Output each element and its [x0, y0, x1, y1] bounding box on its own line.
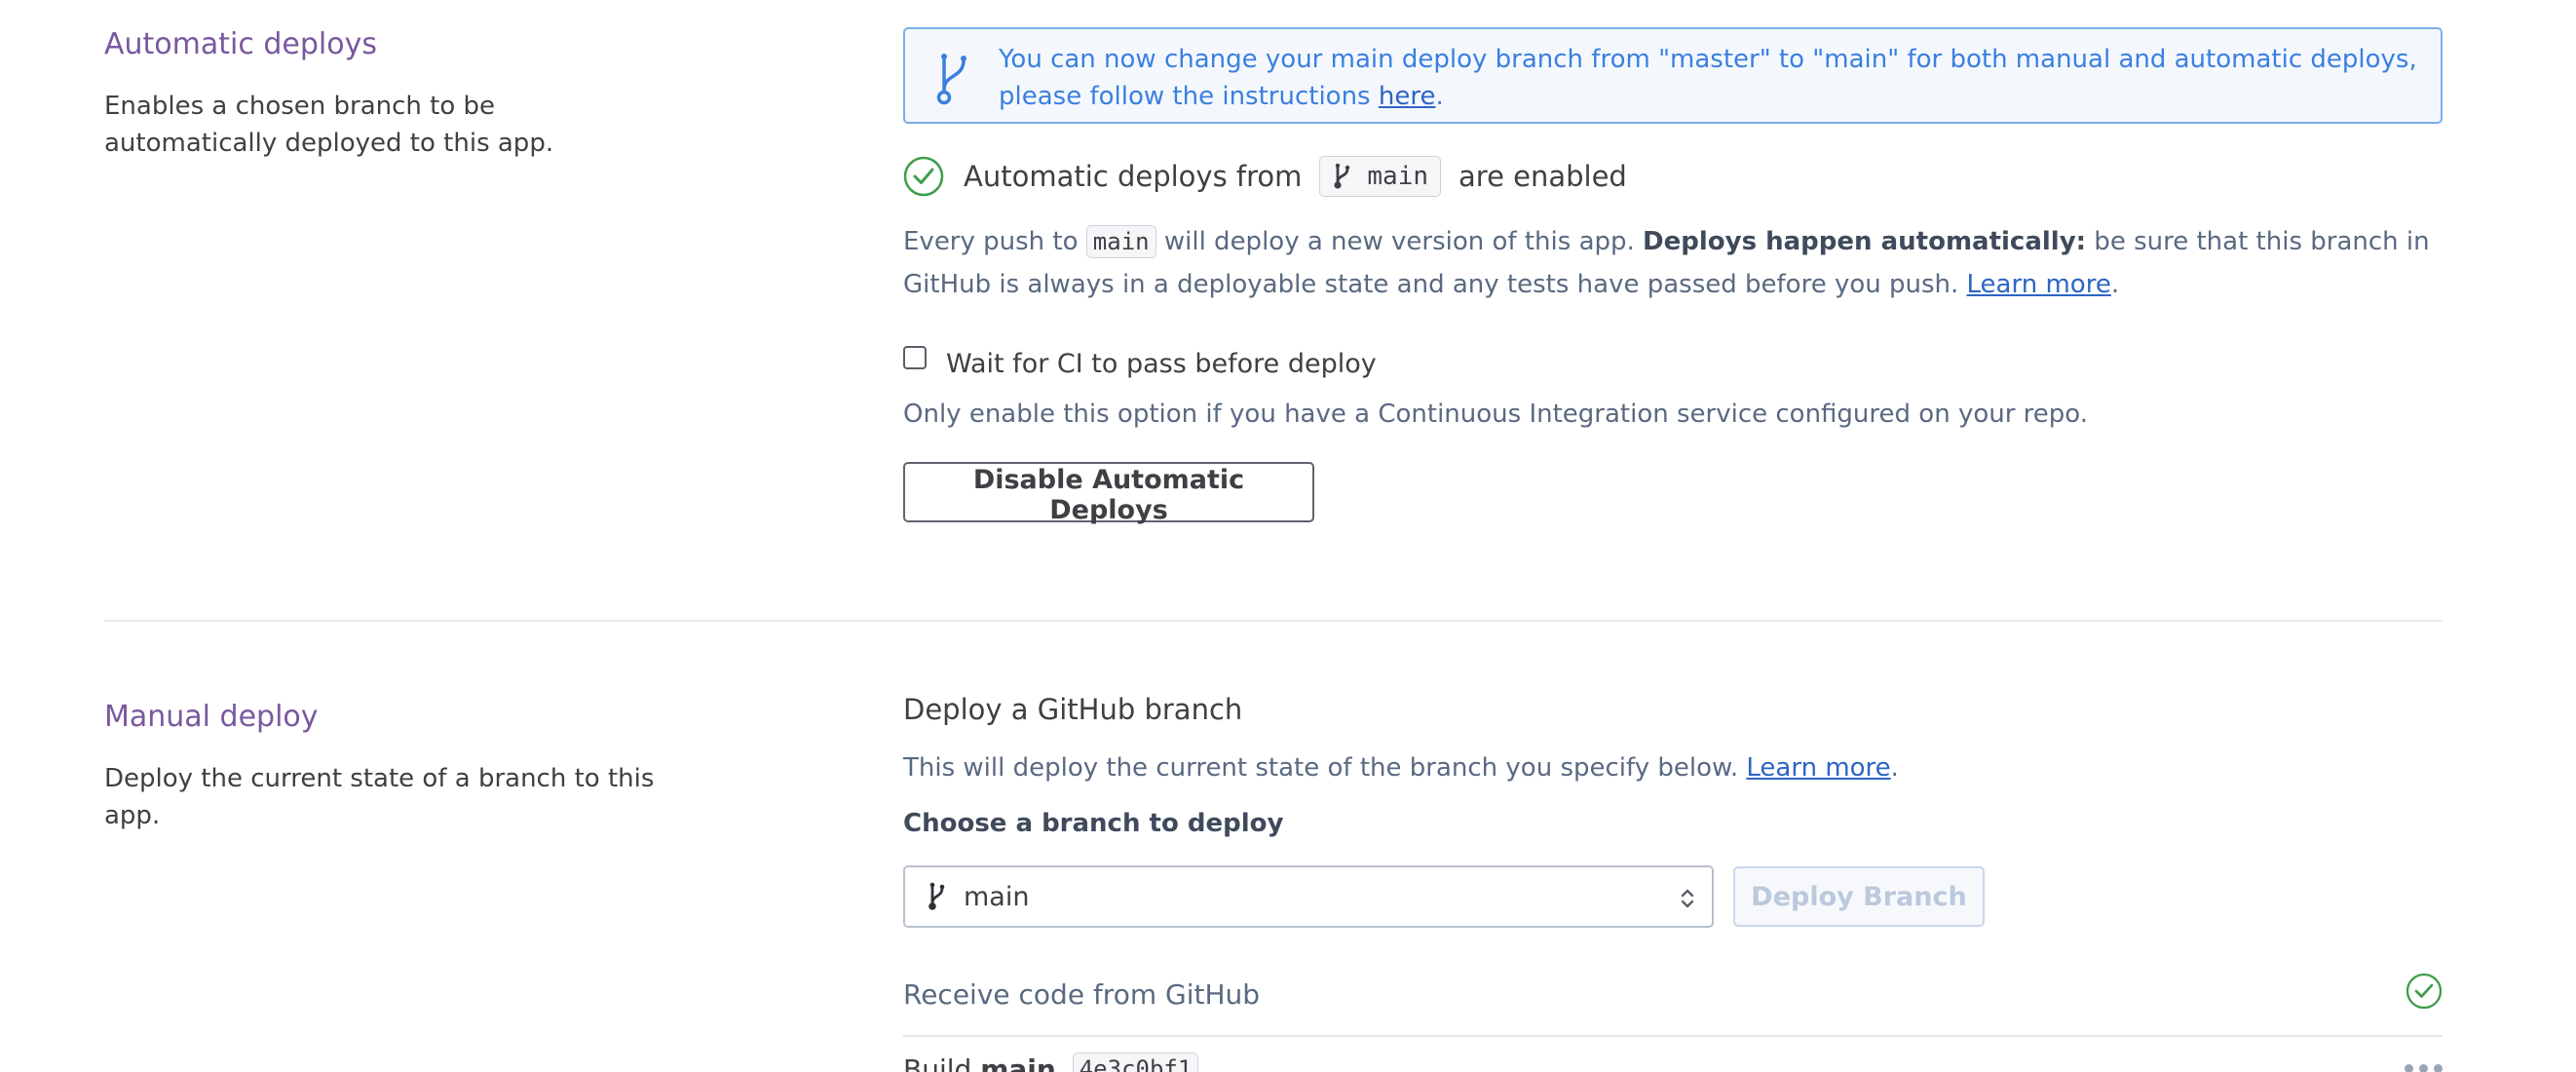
status-suffix: are enabled: [1458, 160, 1627, 193]
manual-deploy-title: Manual deploy: [104, 700, 319, 734]
auto-deploy-explanation: Every push to main will deploy a new ver…: [903, 220, 2443, 306]
wait-for-ci-checkbox[interactable]: [903, 345, 927, 369]
step-receive-label: Receive code from GitHub: [903, 977, 1261, 1011]
git-branch-icon: [936, 54, 966, 105]
wait-for-ci-label: Wait for CI to pass before deploy: [946, 349, 1377, 379]
git-branch-icon: [1334, 163, 1350, 189]
status-prefix: Automatic deploys from: [964, 160, 1303, 193]
deploy-settings-page: Automatic deploys Enables a chosen branc…: [0, 0, 2576, 1072]
select-chevron-icon: [1681, 889, 1694, 908]
learn-more-link[interactable]: Learn more: [1967, 270, 2111, 299]
branch-code-chip: main: [1085, 225, 1156, 258]
status-branch-chip: main: [1319, 156, 1442, 197]
build-prefix: Build: [903, 1053, 972, 1072]
loading-dot: [2419, 1064, 2428, 1072]
auto-deploy-status: Automatic deploys from main are enabled: [903, 153, 1627, 200]
section-divider: [104, 620, 2443, 622]
info-banner: You can now change your main deploy bran…: [903, 27, 2443, 124]
choose-branch-label: Choose a branch to deploy: [903, 809, 1284, 838]
automatic-deploys-title: Automatic deploys: [104, 27, 378, 61]
explanation-end: .: [2110, 270, 2120, 299]
banner-message: You can now change your main deploy bran…: [999, 41, 2421, 115]
git-branch-icon: [928, 882, 945, 910]
loading-dot: [2434, 1064, 2443, 1072]
manual-learn-more-link[interactable]: Learn more: [1746, 753, 1890, 783]
banner-text-end: .: [1435, 82, 1444, 111]
banner-instructions-link[interactable]: here: [1379, 82, 1436, 111]
check-circle-icon: [903, 156, 944, 197]
ci-hint: Only enable this option if you have a Co…: [903, 400, 2089, 429]
loading-dot: [2405, 1064, 2413, 1072]
step-receive-code: Receive code from GitHub: [903, 965, 2443, 1023]
manual-deploy-description: Deploy the current state of a branch to …: [104, 764, 655, 830]
branch-select[interactable]: main: [903, 865, 1714, 928]
explanation-text: will deploy a new version of this app.: [1155, 227, 1644, 256]
step-divider: [903, 1035, 2443, 1037]
explanation-text: Every push to: [903, 227, 1079, 256]
build-commit-chip: 4e3c0bf1: [1072, 1053, 1199, 1072]
status-branch-name: main: [1367, 162, 1429, 191]
explanation-text: This will deploy the current state of th…: [903, 753, 1747, 783]
banner-text: You can now change your main deploy bran…: [999, 45, 2417, 111]
selected-branch: main: [964, 881, 1030, 912]
build-branch: main: [980, 1053, 1056, 1072]
manual-deploy-explanation: This will deploy the current state of th…: [903, 747, 1899, 789]
deploy-branch-button[interactable]: Deploy Branch: [1733, 866, 1985, 927]
check-circle-icon: [2406, 973, 2443, 1010]
loading-dots-icon: [2405, 1064, 2443, 1072]
explanation-bold: Deploys happen automatically:: [1643, 227, 2087, 256]
deploy-github-branch-heading: Deploy a GitHub branch: [903, 693, 1243, 726]
disable-automatic-deploys-button[interactable]: Disable Automatic Deploys: [903, 462, 1314, 525]
automatic-deploys-description: Enables a chosen branch to be automatica…: [104, 92, 554, 158]
wait-for-ci-option[interactable]: Wait for CI to pass before deploy: [903, 345, 1377, 379]
step-build: Build main 4e3c0bf1: [903, 1053, 1199, 1072]
explanation-end: .: [1890, 753, 1899, 783]
